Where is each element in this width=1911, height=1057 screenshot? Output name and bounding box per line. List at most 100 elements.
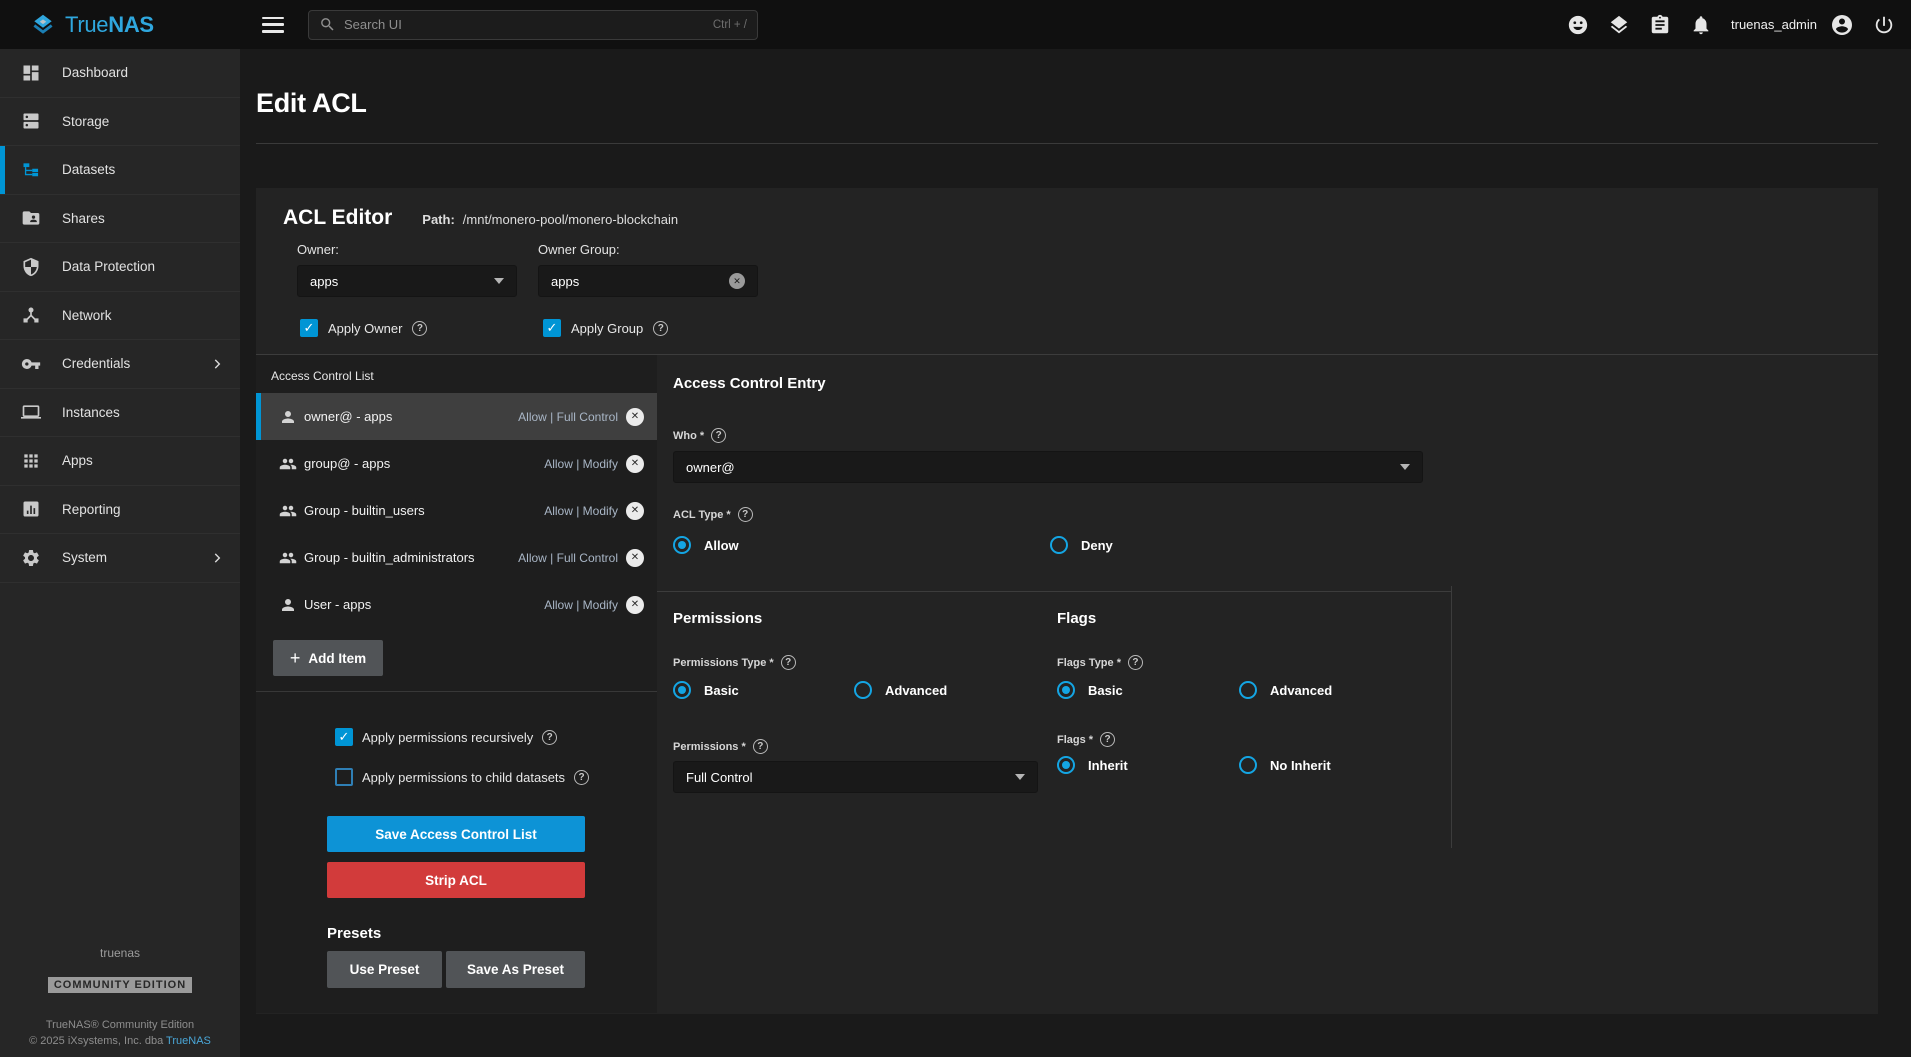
- child-datasets-checkbox[interactable]: [335, 768, 353, 786]
- truenas-logo-icon: [30, 12, 56, 38]
- help-icon[interactable]: ?: [1128, 655, 1143, 670]
- hostname: truenas: [100, 946, 140, 960]
- flags-no-inherit-radio[interactable]: No Inherit: [1239, 756, 1331, 774]
- who-select[interactable]: owner@: [673, 451, 1423, 483]
- footer-copyright: © 2025 iXsystems, Inc. dba TrueNAS: [29, 1035, 211, 1047]
- acl-entry-row[interactable]: Group - builtin_users Allow | Modify ✕: [256, 487, 657, 534]
- acl-entry-summary: Allow | Full Control: [518, 551, 618, 565]
- flags-inherit-radio[interactable]: Inherit: [1057, 756, 1239, 774]
- stack-icon[interactable]: [1608, 14, 1630, 36]
- help-icon[interactable]: ?: [738, 507, 753, 522]
- help-icon[interactable]: ?: [574, 770, 589, 785]
- feedback-icon[interactable]: [1567, 14, 1589, 36]
- sidebar-item-data-protection[interactable]: Data Protection: [0, 243, 240, 292]
- left-panel-divider: [256, 691, 657, 692]
- chevron-down-icon: [1400, 464, 1410, 470]
- remove-entry-icon[interactable]: ✕: [626, 596, 644, 614]
- sidebar-item-dashboard[interactable]: Dashboard: [0, 49, 240, 98]
- sidebar-item-shares[interactable]: Shares: [0, 195, 240, 244]
- edition-badge: COMMUNITY EDITION: [48, 977, 192, 993]
- apply-owner-label: Apply Owner: [328, 321, 402, 336]
- sidebar-item-instances[interactable]: Instances: [0, 389, 240, 438]
- flags-heading: Flags: [1057, 610, 1437, 627]
- acl-type-deny-radio[interactable]: Deny: [1050, 536, 1113, 554]
- acl-entry-who: Group - builtin_users: [304, 503, 425, 518]
- sidebar-nav: Dashboard Storage Datasets Shares Data P…: [0, 49, 240, 1057]
- account-icon[interactable]: [1830, 13, 1854, 37]
- help-icon[interactable]: ?: [412, 321, 427, 336]
- truenas-link[interactable]: TrueNAS: [166, 1035, 211, 1047]
- sidebar-item-reporting[interactable]: Reporting: [0, 486, 240, 535]
- acl-type-allow-radio[interactable]: Allow: [673, 536, 1050, 554]
- use-preset-button[interactable]: Use Preset: [327, 951, 442, 988]
- permissions-select[interactable]: Full Control: [673, 761, 1038, 793]
- owner-select[interactable]: apps: [297, 265, 517, 297]
- acl-entry-who: User - apps: [304, 597, 371, 612]
- apply-owner-checkbox[interactable]: ✓: [300, 319, 318, 337]
- strip-acl-button[interactable]: Strip ACL: [327, 862, 585, 898]
- permissions-label: Permissions *?: [673, 739, 1057, 754]
- truenas-logo[interactable]: TrueNAS: [0, 12, 240, 38]
- user-icon: [279, 408, 297, 426]
- help-icon[interactable]: ?: [753, 739, 768, 754]
- acl-entry-row[interactable]: owner@ - apps Allow | Full Control ✕: [256, 393, 657, 440]
- acl-entry-summary: Allow | Modify: [544, 598, 618, 612]
- topbar-actions: truenas_admin: [1567, 13, 1911, 37]
- sidebar-item-label: Data Protection: [62, 259, 155, 274]
- save-as-preset-button[interactable]: Save As Preset: [446, 951, 585, 988]
- chevron-down-icon: [494, 278, 504, 284]
- flags-type-advanced-radio[interactable]: Advanced: [1239, 681, 1332, 699]
- sidebar-item-label: Datasets: [62, 162, 115, 177]
- acl-entry-row[interactable]: Group - builtin_administrators Allow | F…: [256, 534, 657, 581]
- recursive-label: Apply permissions recursively: [362, 730, 533, 745]
- sidebar-item-storage[interactable]: Storage: [0, 98, 240, 147]
- save-acl-button[interactable]: Save Access Control List: [327, 816, 585, 852]
- jobs-icon[interactable]: [1649, 14, 1671, 36]
- clear-icon[interactable]: ✕: [729, 273, 745, 289]
- global-search[interactable]: Ctrl + /: [308, 10, 758, 40]
- group-icon: [279, 502, 297, 520]
- permissions-heading: Permissions: [673, 610, 1057, 627]
- owner-group-input[interactable]: apps ✕: [538, 265, 758, 297]
- who-label: Who *?: [673, 428, 1878, 443]
- help-icon[interactable]: ?: [653, 321, 668, 336]
- acl-entry-row[interactable]: group@ - apps Allow | Modify ✕: [256, 440, 657, 487]
- sidebar-item-label: Shares: [62, 211, 105, 226]
- permissions-type-advanced-radio[interactable]: Advanced: [854, 681, 947, 699]
- help-icon[interactable]: ?: [781, 655, 796, 670]
- shares-folder-icon: [21, 208, 41, 228]
- alerts-bell-icon[interactable]: [1690, 14, 1712, 36]
- help-icon[interactable]: ?: [711, 428, 726, 443]
- apply-group-label: Apply Group: [571, 321, 643, 336]
- shield-icon: [21, 257, 41, 277]
- acl-entry-row[interactable]: User - apps Allow | Modify ✕: [256, 581, 657, 628]
- add-item-button[interactable]: + Add Item: [273, 640, 383, 676]
- power-icon[interactable]: [1873, 14, 1895, 36]
- sidebar-item-network[interactable]: Network: [0, 292, 240, 341]
- apply-group-checkbox[interactable]: ✓: [543, 319, 561, 337]
- menu-icon[interactable]: [262, 17, 284, 33]
- sidebar-item-system[interactable]: System: [0, 534, 240, 583]
- permissions-type-basic-radio[interactable]: Basic: [673, 681, 854, 699]
- recursive-checkbox[interactable]: ✓: [335, 728, 353, 746]
- sidebar-item-apps[interactable]: Apps: [0, 437, 240, 486]
- search-shortcut-hint: Ctrl + /: [713, 19, 747, 31]
- sidebar-item-credentials[interactable]: Credentials: [0, 340, 240, 389]
- remove-entry-icon[interactable]: ✕: [626, 408, 644, 426]
- flags-type-basic-radio[interactable]: Basic: [1057, 681, 1239, 699]
- sidebar-item-label: System: [62, 550, 107, 565]
- flags-type-label: Flags Type *?: [1057, 655, 1437, 670]
- remove-entry-icon[interactable]: ✕: [626, 549, 644, 567]
- access-control-entry-heading: Access Control Entry: [673, 375, 1878, 392]
- search-input[interactable]: [344, 17, 705, 32]
- acl-entry-summary: Allow | Modify: [544, 457, 618, 471]
- help-icon[interactable]: ?: [542, 730, 557, 745]
- sidebar-item-datasets[interactable]: Datasets: [0, 146, 240, 195]
- acl-entry-summary: Allow | Full Control: [518, 410, 618, 424]
- remove-entry-icon[interactable]: ✕: [626, 455, 644, 473]
- remove-entry-icon[interactable]: ✕: [626, 502, 644, 520]
- chevron-right-icon: [210, 357, 224, 371]
- help-icon[interactable]: ?: [1100, 732, 1115, 747]
- group-icon: [279, 549, 297, 567]
- network-hub-icon: [21, 305, 41, 325]
